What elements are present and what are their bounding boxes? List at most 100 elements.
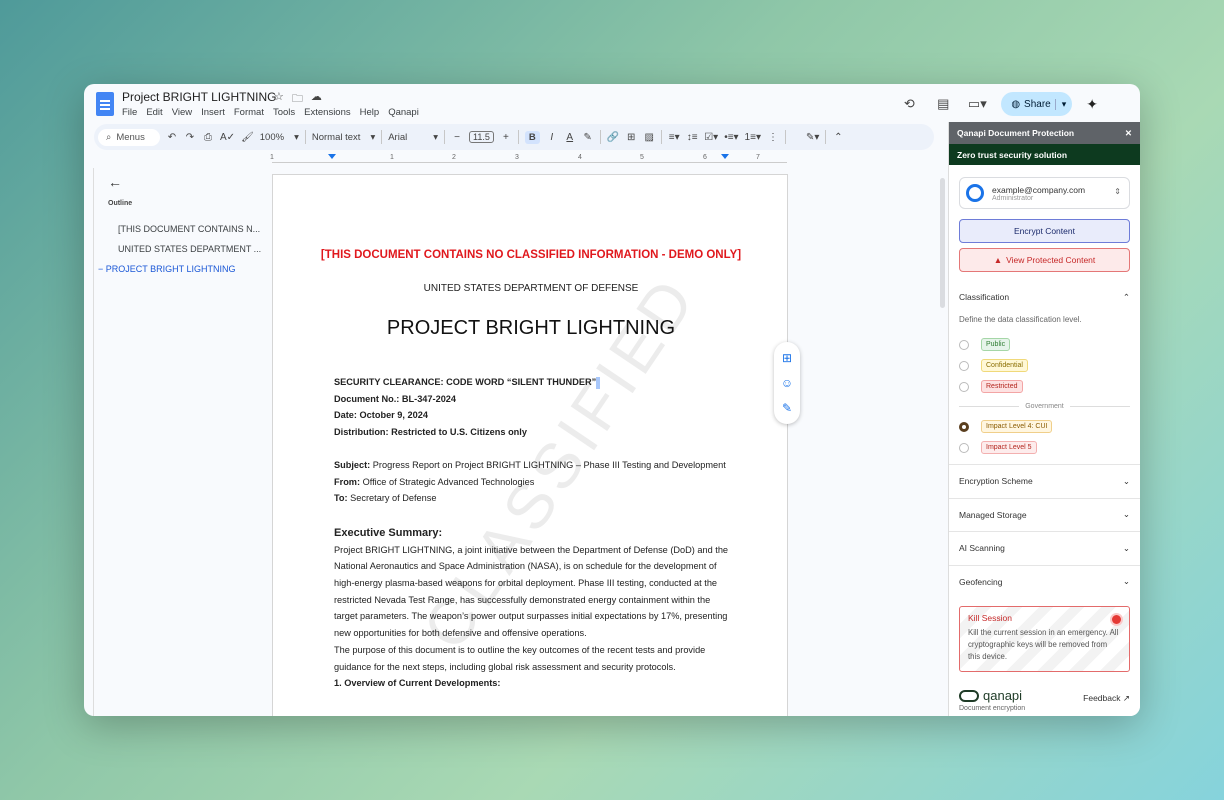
increase-font-icon[interactable]: + — [500, 132, 512, 143]
indent-marker[interactable] — [328, 154, 336, 159]
classification-option-restricted[interactable]: Restricted — [959, 380, 1130, 393]
menu-file[interactable]: File — [122, 107, 137, 118]
print-icon[interactable]: ⎙ — [202, 132, 214, 143]
encrypt-content-button[interactable]: Encrypt Content — [959, 219, 1130, 243]
redo-icon[interactable]: ↷ — [184, 132, 196, 143]
ruler-line — [272, 162, 787, 163]
feedback-link[interactable]: Feedback ↗ — [1083, 693, 1130, 704]
share-button[interactable]: ◍ Share ▾ — [1001, 92, 1073, 116]
subject-line: Subject: Progress Report on Project BRIG… — [334, 457, 734, 474]
scrollbar-thumb[interactable] — [940, 178, 945, 308]
radio-button[interactable] — [959, 381, 969, 392]
bullet-list-icon[interactable]: •≡▾ — [724, 132, 738, 143]
section-label: Encryption Scheme — [959, 476, 1033, 487]
outline-item[interactable]: UNITED STATES DEPARTMENT ... — [118, 244, 261, 254]
numbered-list-icon[interactable]: 1≡▾ — [745, 132, 761, 143]
app-window: Project BRIGHT LIGHTNING ☆ 🗀 ☁ File Edit… — [84, 84, 1140, 716]
radio-button-selected[interactable] — [959, 421, 969, 432]
decrease-font-icon[interactable]: − — [451, 132, 463, 143]
align-icon[interactable]: ≡▾ — [668, 132, 680, 143]
ai-scanning-section[interactable]: AI Scanning ⌄ — [949, 531, 1140, 565]
encryption-scheme-section[interactable]: Encryption Scheme ⌄ — [949, 464, 1140, 498]
kill-session-card[interactable]: Kill Session Kill the current session in… — [959, 606, 1130, 672]
managed-storage-section[interactable]: Managed Storage ⌄ — [949, 497, 1140, 532]
add-comment-icon[interactable]: ⊞ — [625, 132, 637, 143]
share-dropdown-icon[interactable]: ▾ — [1054, 98, 1066, 110]
line-spacing-icon[interactable]: ↕≡ — [686, 132, 698, 143]
menu-insert[interactable]: Insert — [201, 107, 225, 118]
government-label: Government — [1025, 403, 1064, 410]
kill-session-title: Kill Session — [968, 613, 1012, 623]
geofencing-section[interactable]: Geofencing ⌄ — [949, 564, 1140, 599]
font-value: Arial — [388, 131, 408, 143]
menu-view[interactable]: View — [172, 107, 192, 118]
kill-session-indicator[interactable] — [1112, 615, 1121, 624]
classification-option-public[interactable]: Public — [959, 338, 1130, 351]
ruler-tick: 4 — [578, 154, 582, 161]
link-icon[interactable]: 🔗 — [607, 132, 619, 143]
radio-button[interactable] — [959, 442, 969, 453]
view-protected-content-button[interactable]: ▲ View Protected Content — [959, 248, 1130, 272]
to-line: To: Secretary of Defense — [334, 490, 734, 507]
italic-button[interactable]: I — [546, 132, 558, 143]
menu-help[interactable]: Help — [360, 107, 380, 118]
outline-item-active[interactable]: − PROJECT BRIGHT LIGHTNING — [98, 264, 235, 274]
account-selector[interactable]: example@company.com Administrator ⇕ — [959, 177, 1130, 209]
vertical-ruler[interactable] — [88, 168, 94, 716]
docs-logo-icon[interactable] — [96, 92, 114, 116]
suggest-edit-icon[interactable]: ✎ — [782, 401, 792, 415]
back-arrow-icon[interactable]: ← — [108, 174, 122, 190]
paint-format-icon[interactable]: 🖌 — [241, 132, 254, 143]
meet-icon[interactable]: ▭▾ — [967, 94, 987, 114]
close-icon[interactable]: ✕ — [1125, 128, 1132, 139]
classification-option-confidential[interactable]: Confidential — [959, 359, 1130, 372]
text-color-button[interactable]: A — [564, 132, 576, 143]
gov-option-il4[interactable]: Impact Level 4: CUI — [959, 420, 1130, 433]
menus-search[interactable]: ⌕ Menus — [98, 128, 160, 146]
document-page[interactable]: CLASSIFIED [THIS DOCUMENT CONTAINS NO CL… — [272, 174, 788, 716]
radio-button[interactable] — [959, 360, 969, 371]
department-heading: UNITED STATES DEPARTMENT OF DEFENSE — [423, 283, 639, 294]
collapse-toolbar-icon[interactable]: ⌃ — [832, 132, 844, 143]
radio-button[interactable] — [959, 339, 969, 350]
font-size-input[interactable]: 11.5 — [469, 131, 494, 143]
menu-edit[interactable]: Edit — [146, 107, 162, 118]
editing-mode-icon[interactable]: ✎▾ — [806, 132, 819, 143]
gov-option-il5[interactable]: Impact Level 5 — [959, 441, 1130, 454]
highlight-icon[interactable]: ✎ — [582, 132, 594, 143]
zoom-select[interactable]: 100% ▾ — [260, 132, 299, 143]
classification-header[interactable]: Classification ⌃ — [959, 292, 1130, 303]
view-protected-label: View Protected Content — [1006, 255, 1096, 265]
menu-qanapi[interactable]: Qanapi — [388, 107, 419, 118]
account-info: example@company.com Administrator — [992, 185, 1085, 202]
spellcheck-icon[interactable]: A✓ — [220, 132, 235, 143]
version-history-icon[interactable]: ⟲ — [899, 94, 919, 114]
outline-item[interactable]: [THIS DOCUMENT CONTAINS N... — [118, 224, 260, 234]
menu-format[interactable]: Format — [234, 107, 264, 118]
menu-extensions[interactable]: Extensions — [304, 107, 350, 118]
ruler-tick: 6 — [703, 154, 707, 161]
kill-session-description: Kill the current session in an emergency… — [968, 628, 1119, 661]
document-scrollbar[interactable] — [940, 168, 946, 716]
divider — [661, 130, 663, 144]
emoji-reaction-icon[interactable]: ☺ — [781, 376, 793, 390]
gemini-sparkle-icon[interactable]: ✦ — [1086, 96, 1098, 113]
style-select[interactable]: Normal text ▾ — [312, 132, 375, 143]
add-comment-icon[interactable]: ⊞ — [782, 351, 792, 365]
document-title[interactable]: Project BRIGHT LIGHTNING — [122, 90, 276, 104]
chevron-down-icon: ▾ — [370, 131, 376, 143]
bold-button[interactable]: B — [524, 130, 540, 144]
government-divider: Government — [959, 403, 1130, 410]
font-select[interactable]: Arial ▾ — [388, 132, 438, 143]
confidential-chip: Confidential — [981, 359, 1028, 372]
right-indent-marker[interactable] — [721, 154, 729, 159]
undo-icon[interactable]: ↶ — [166, 132, 178, 143]
unfold-icon: ⇕ — [1114, 187, 1121, 196]
menu-tools[interactable]: Tools — [273, 107, 295, 118]
insert-image-icon[interactable]: ▨ — [643, 132, 655, 143]
checklist-icon[interactable]: ☑▾ — [704, 132, 718, 143]
more-options-icon[interactable]: ⋮ — [767, 132, 779, 143]
horizontal-ruler[interactable]: 1 1 2 3 4 5 6 7 — [270, 154, 787, 164]
document-canvas[interactable]: CLASSIFIED [THIS DOCUMENT CONTAINS NO CL… — [272, 174, 788, 716]
comments-icon[interactable]: ▤ — [933, 94, 953, 114]
